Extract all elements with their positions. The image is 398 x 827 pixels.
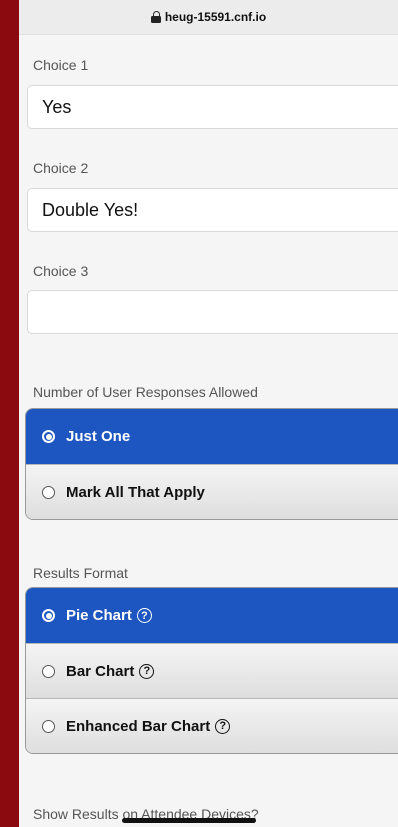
option-just-one[interactable]: Just One	[26, 409, 398, 464]
option-enhanced-bar-chart[interactable]: Enhanced Bar Chart ?	[26, 698, 398, 753]
radio-selected-icon	[42, 430, 55, 443]
radio-unselected-icon	[42, 719, 55, 733]
url-text: heug-15591.cnf.io	[164, 10, 267, 24]
help-circle-icon[interactable]: ?	[139, 663, 155, 679]
option-label: Mark All That Apply	[66, 483, 205, 501]
results-format-label: Results Format	[33, 565, 128, 581]
option-label: Pie Chart	[66, 607, 132, 624]
choice-1-input[interactable]	[27, 85, 398, 129]
app-frame: heug-15591.cnf.io Choice 1 Choice 2 Choi…	[19, 0, 398, 827]
address-bar[interactable]: heug-15591.cnf.io	[19, 0, 398, 35]
choice-3-label: Choice 3	[33, 263, 89, 279]
help-circle-icon[interactable]: ?	[136, 608, 152, 623]
choice-3-input[interactable]	[27, 290, 398, 334]
responses-radio-group: Just One Mark All That Apply	[25, 408, 398, 520]
radio-unselected-icon	[42, 485, 55, 499]
help-circle-icon[interactable]: ?	[215, 718, 231, 734]
choice-2-input[interactable]	[27, 188, 398, 232]
option-bar-chart[interactable]: Bar Chart ?	[26, 643, 398, 698]
option-label: Just One	[66, 428, 131, 445]
results-format-radio-group: Pie Chart ? Bar Chart ? Enhanced Bar Cha…	[25, 587, 398, 754]
option-mark-all[interactable]: Mark All That Apply	[26, 464, 398, 519]
lock-icon	[150, 11, 161, 23]
option-pie-chart[interactable]: Pie Chart ?	[26, 588, 398, 643]
radio-selected-icon	[42, 609, 55, 622]
home-indicator[interactable]	[122, 818, 256, 823]
radio-unselected-icon	[42, 664, 55, 678]
responses-allowed-label: Number of User Responses Allowed	[33, 384, 258, 400]
option-label: Bar Chart	[66, 662, 135, 680]
choice-2-label: Choice 2	[33, 160, 89, 176]
choice-1-label: Choice 1	[33, 57, 89, 73]
option-label: Enhanced Bar Chart	[66, 717, 211, 735]
